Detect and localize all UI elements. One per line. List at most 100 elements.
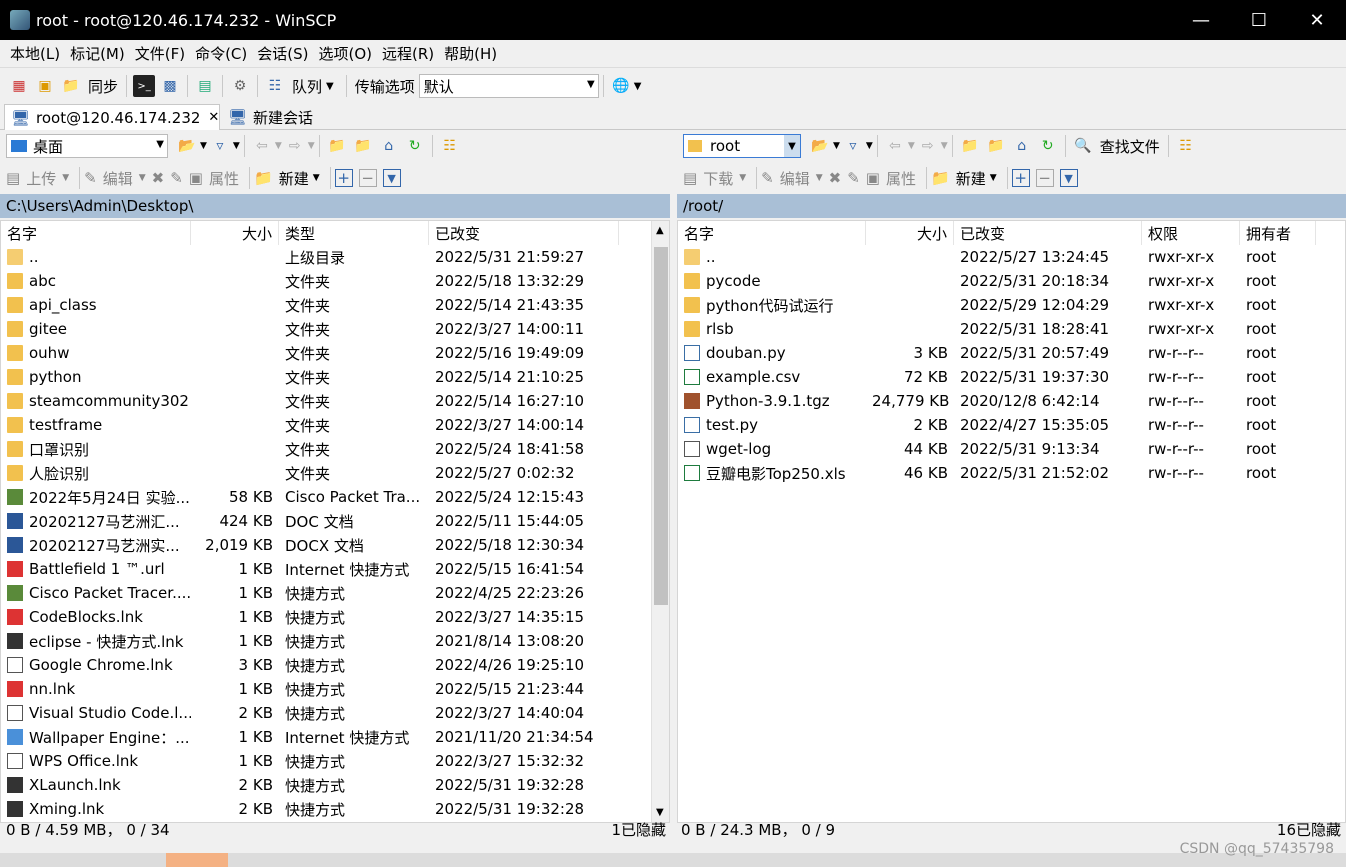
tab-new-session[interactable]: 🖥 新建会话: [222, 104, 319, 130]
sync-browse-icon[interactable]: ▣: [34, 75, 56, 97]
find-files-button[interactable]: 查找文件: [1100, 136, 1160, 157]
transfer-icon[interactable]: ▤: [194, 75, 216, 97]
table-row[interactable]: pycode 2022/5/31 20:18:34 rwxr-xr-x root: [678, 269, 1345, 293]
table-row[interactable]: .. 上级目录 2022/5/31 21:59:27: [1, 245, 669, 269]
tree-icon[interactable]: ☷: [439, 135, 461, 157]
open-folder-icon[interactable]: 📂: [176, 135, 198, 157]
minimize-button[interactable]: —: [1172, 0, 1230, 40]
table-row[interactable]: nn.lnk 1 KB 快捷方式 2022/5/15 21:23:44: [1, 677, 669, 701]
column-rights[interactable]: 权限: [1142, 221, 1240, 245]
back-icon[interactable]: ⇦: [251, 135, 273, 157]
column-size[interactable]: 大小: [866, 221, 954, 245]
home-icon[interactable]: ⌂: [1011, 135, 1033, 157]
dropdown-arrow-icon[interactable]: ▼: [200, 141, 207, 151]
table-row[interactable]: 20202127马艺洲汇... 424 KB DOC 文档 2022/5/11 15:…: [1, 509, 669, 533]
table-row[interactable]: example.csv 72 KB 2022/5/31 19:37:30 rw-r--…: [678, 365, 1345, 389]
root-dir-icon[interactable]: 📁: [352, 135, 374, 157]
dropdown-arrow-icon[interactable]: ▼: [233, 141, 240, 151]
menu-mark[interactable]: 标记(M): [70, 43, 125, 64]
scroll-up-icon[interactable]: ▲: [656, 225, 664, 236]
table-row[interactable]: XLaunch.lnk 2 KB 快捷方式 2022/5/31 19:32:28: [1, 773, 669, 797]
menu-help[interactable]: 帮助(H): [444, 43, 497, 64]
local-scrollbar[interactable]: ▲ ▼: [651, 221, 669, 822]
scroll-thumb[interactable]: [654, 247, 668, 605]
rename-icon[interactable]: ✎: [170, 169, 183, 187]
table-row[interactable]: 20202127马艺洲实... 2,019 KB DOCX 文档 2022/5/18 …: [1, 533, 669, 557]
delete-icon[interactable]: ✖: [152, 169, 165, 187]
tree-icon[interactable]: ☷: [1175, 135, 1197, 157]
gear-icon[interactable]: ⚙: [229, 75, 251, 97]
table-row[interactable]: 2022年5月24日 实验... 58 KB Cisco Packet Tra...…: [1, 485, 669, 509]
back-icon[interactable]: ⇦: [884, 135, 906, 157]
column-owner[interactable]: 拥有者: [1240, 221, 1316, 245]
dropdown-arrow-icon[interactable]: ▼: [941, 141, 948, 151]
table-row[interactable]: 人脸识别 文件夹 2022/5/27 0:02:32: [1, 461, 669, 485]
select-all-icon[interactable]: +: [334, 169, 353, 187]
table-row[interactable]: abc 文件夹 2022/5/18 13:32:29: [1, 269, 669, 293]
column-name[interactable]: 名字: [1, 221, 191, 245]
table-row[interactable]: CodeBlocks.lnk 1 KB 快捷方式 2022/3/27 14:35:15: [1, 605, 669, 629]
menu-options[interactable]: 选项(O): [318, 43, 372, 64]
table-row[interactable]: WPS Office.lnk 1 KB 快捷方式 2022/3/27 15:32:32: [1, 749, 669, 773]
table-row[interactable]: .. 2022/5/27 13:24:45 rwxr-xr-x root: [678, 245, 1345, 269]
unselect-icon[interactable]: −: [1035, 169, 1054, 187]
new-button[interactable]: 📁 新建 ▼: [254, 168, 320, 189]
table-row[interactable]: ouhw 文件夹 2022/5/16 19:49:09: [1, 341, 669, 365]
menu-command[interactable]: 命令(C): [195, 43, 247, 64]
column-changed[interactable]: 已改变: [954, 221, 1142, 245]
rename-icon[interactable]: ✎: [847, 169, 860, 187]
filter-select-icon[interactable]: ▼: [382, 169, 401, 187]
table-row[interactable]: Wallpaper Engine：... 1 KB Internet 快捷方式 202…: [1, 725, 669, 749]
edit-button[interactable]: ✎ 编辑 ▼: [761, 168, 823, 189]
filter-select-icon[interactable]: ▼: [1059, 169, 1078, 187]
table-row[interactable]: eclipse - 快捷方式.lnk 1 KB 快捷方式 2021/8/14 13:0…: [1, 629, 669, 653]
table-row[interactable]: Cisco Packet Tracer.... 1 KB 快捷方式 2022/4/25…: [1, 581, 669, 605]
taskbar-app[interactable]: [166, 853, 228, 867]
table-row[interactable]: douban.py 3 KB 2022/5/31 20:57:49 rw-r--r--…: [678, 341, 1345, 365]
menu-file[interactable]: 文件(F): [135, 43, 185, 64]
globe-dropdown-icon[interactable]: ▼: [634, 81, 642, 92]
tab-session[interactable]: 🖥 root@120.46.174.232 ✕: [4, 104, 220, 130]
table-row[interactable]: gitee 文件夹 2022/3/27 14:00:11: [1, 317, 669, 341]
column-type[interactable]: 类型: [279, 221, 429, 245]
table-row[interactable]: Battlefield 1 ™.url 1 KB Internet 快捷方式 2022…: [1, 557, 669, 581]
menu-session[interactable]: 会话(S): [257, 43, 308, 64]
pane-splitter[interactable]: [670, 193, 677, 823]
table-row[interactable]: 口罩识别 文件夹 2022/5/24 18:41:58: [1, 437, 669, 461]
queue-icon[interactable]: ☷: [264, 75, 286, 97]
new-button[interactable]: 📁 新建 ▼: [931, 168, 997, 189]
close-icon[interactable]: ✕: [208, 110, 219, 125]
column-changed[interactable]: 已改变: [429, 221, 619, 245]
select-all-icon[interactable]: +: [1011, 169, 1030, 187]
parent-dir-icon[interactable]: 📁: [326, 135, 348, 157]
dropdown-arrow-icon[interactable]: ▼: [833, 141, 840, 151]
terminal-icon[interactable]: >_: [133, 75, 156, 97]
column-size[interactable]: 大小: [191, 221, 279, 245]
queue-dropdown-icon[interactable]: ▼: [326, 81, 334, 92]
table-row[interactable]: steamcommunity302 文件夹 2022/5/14 16:27:10: [1, 389, 669, 413]
sync-icon[interactable]: 📁: [60, 75, 82, 97]
dropdown-arrow-icon[interactable]: ▼: [866, 141, 873, 151]
table-row[interactable]: rlsb 2022/5/31 18:28:41 rwxr-xr-x root: [678, 317, 1345, 341]
table-row[interactable]: python代码试运行 2022/5/29 12:04:29 rwxr-xr-x ro…: [678, 293, 1345, 317]
table-row[interactable]: test.py 2 KB 2022/4/27 15:35:05 rw-r--r-- ro…: [678, 413, 1345, 437]
refresh-icon[interactable]: ↻: [404, 135, 426, 157]
table-row[interactable]: Google Chrome.lnk 3 KB 快捷方式 2022/4/26 19:25…: [1, 653, 669, 677]
parent-dir-icon[interactable]: 📁: [959, 135, 981, 157]
upload-button[interactable]: ▤ 上传 ▼: [6, 168, 69, 189]
table-row[interactable]: Visual Studio Code.l... 2 KB 快捷方式 2022/3/27…: [1, 701, 669, 725]
sync-button[interactable]: 同步: [88, 76, 118, 97]
table-row[interactable]: 豆瓣电影Top250.xls 46 KB 2022/5/31 21:52:02 rw-…: [678, 461, 1345, 485]
globe-icon[interactable]: 🌐: [610, 75, 632, 97]
edit-button[interactable]: ✎ 编辑 ▼: [84, 168, 146, 189]
column-name[interactable]: 名字: [678, 221, 866, 245]
home-icon[interactable]: ⌂: [378, 135, 400, 157]
filter-icon[interactable]: ▿: [842, 135, 864, 157]
open-folder-icon[interactable]: 📂: [809, 135, 831, 157]
table-row[interactable]: python 文件夹 2022/5/14 21:10:25: [1, 365, 669, 389]
queue-button[interactable]: 队列: [292, 76, 322, 97]
find-files-icon[interactable]: 🔍: [1072, 135, 1094, 157]
properties-button[interactable]: ▣ 属性: [189, 168, 239, 189]
forward-icon[interactable]: ⇨: [917, 135, 939, 157]
refresh-icon[interactable]: ↻: [1037, 135, 1059, 157]
